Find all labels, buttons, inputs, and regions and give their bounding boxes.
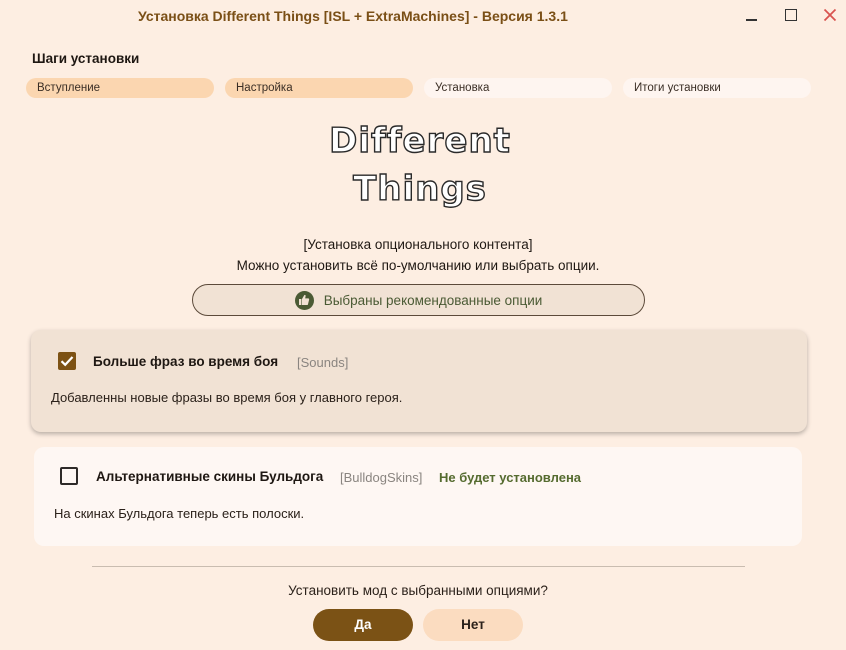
- intro-heading: [Установка опционального контента]: [303, 237, 533, 252]
- svg-text:Things: Things: [353, 169, 487, 209]
- option-checkbox-bulldog-skins[interactable]: [60, 467, 78, 485]
- option-card-sounds[interactable]: Больше фраз во время боя [Sounds] Добавл…: [31, 330, 807, 432]
- option-tag: [BulldogSkins]: [340, 470, 423, 485]
- window-title: Установка Different Things [ISL + ExtraM…: [138, 8, 568, 24]
- option-title: Больше фраз во время боя: [93, 354, 279, 369]
- install-question: Установить мод с выбранными опциями?: [288, 583, 548, 598]
- minimize-icon[interactable]: [740, 6, 762, 24]
- option-description: На скинах Бульдога теперь есть полоски.: [54, 506, 305, 521]
- title-bar: Установка Different Things [ISL + ExtraM…: [0, 0, 846, 34]
- step-settings: Настройка: [225, 78, 413, 98]
- yes-button[interactable]: Да: [313, 609, 413, 641]
- steps-title: Шаги установки: [32, 51, 140, 66]
- divider: [92, 566, 745, 567]
- recommended-label: Выбраны рекомендованные опции: [323, 292, 543, 308]
- close-icon[interactable]: [819, 6, 841, 24]
- recommended-options-button[interactable]: Выбраны рекомендованные опции: [192, 284, 645, 316]
- option-tag: [Sounds]: [297, 355, 349, 370]
- step-intro: Вступление: [26, 78, 214, 98]
- maximize-icon[interactable]: [780, 6, 802, 24]
- step-summary: Итоги установки: [623, 78, 811, 98]
- steps-progress: Вступление Настройка Установка Итоги уст…: [26, 78, 812, 98]
- svg-text:Different: Different: [329, 121, 511, 161]
- different-things-logo: Different Things: [325, 116, 515, 212]
- thumbs-up-icon: [294, 290, 314, 310]
- option-checkbox-sounds[interactable]: [58, 352, 76, 370]
- checkmark-icon: [60, 356, 74, 367]
- no-button[interactable]: Нет: [423, 609, 523, 641]
- option-title: Альтернативные скины Бульдога: [96, 469, 324, 484]
- option-status: Не будет установлена: [439, 470, 582, 485]
- option-description: Добавленны новые фразы во время боя у гл…: [51, 390, 403, 405]
- option-card-bulldog-skins[interactable]: Альтернативные скины Бульдога [BulldogSk…: [34, 447, 802, 546]
- step-install: Установка: [424, 78, 612, 98]
- intro-text: Можно установить всё по-умолчанию или вы…: [236, 258, 600, 273]
